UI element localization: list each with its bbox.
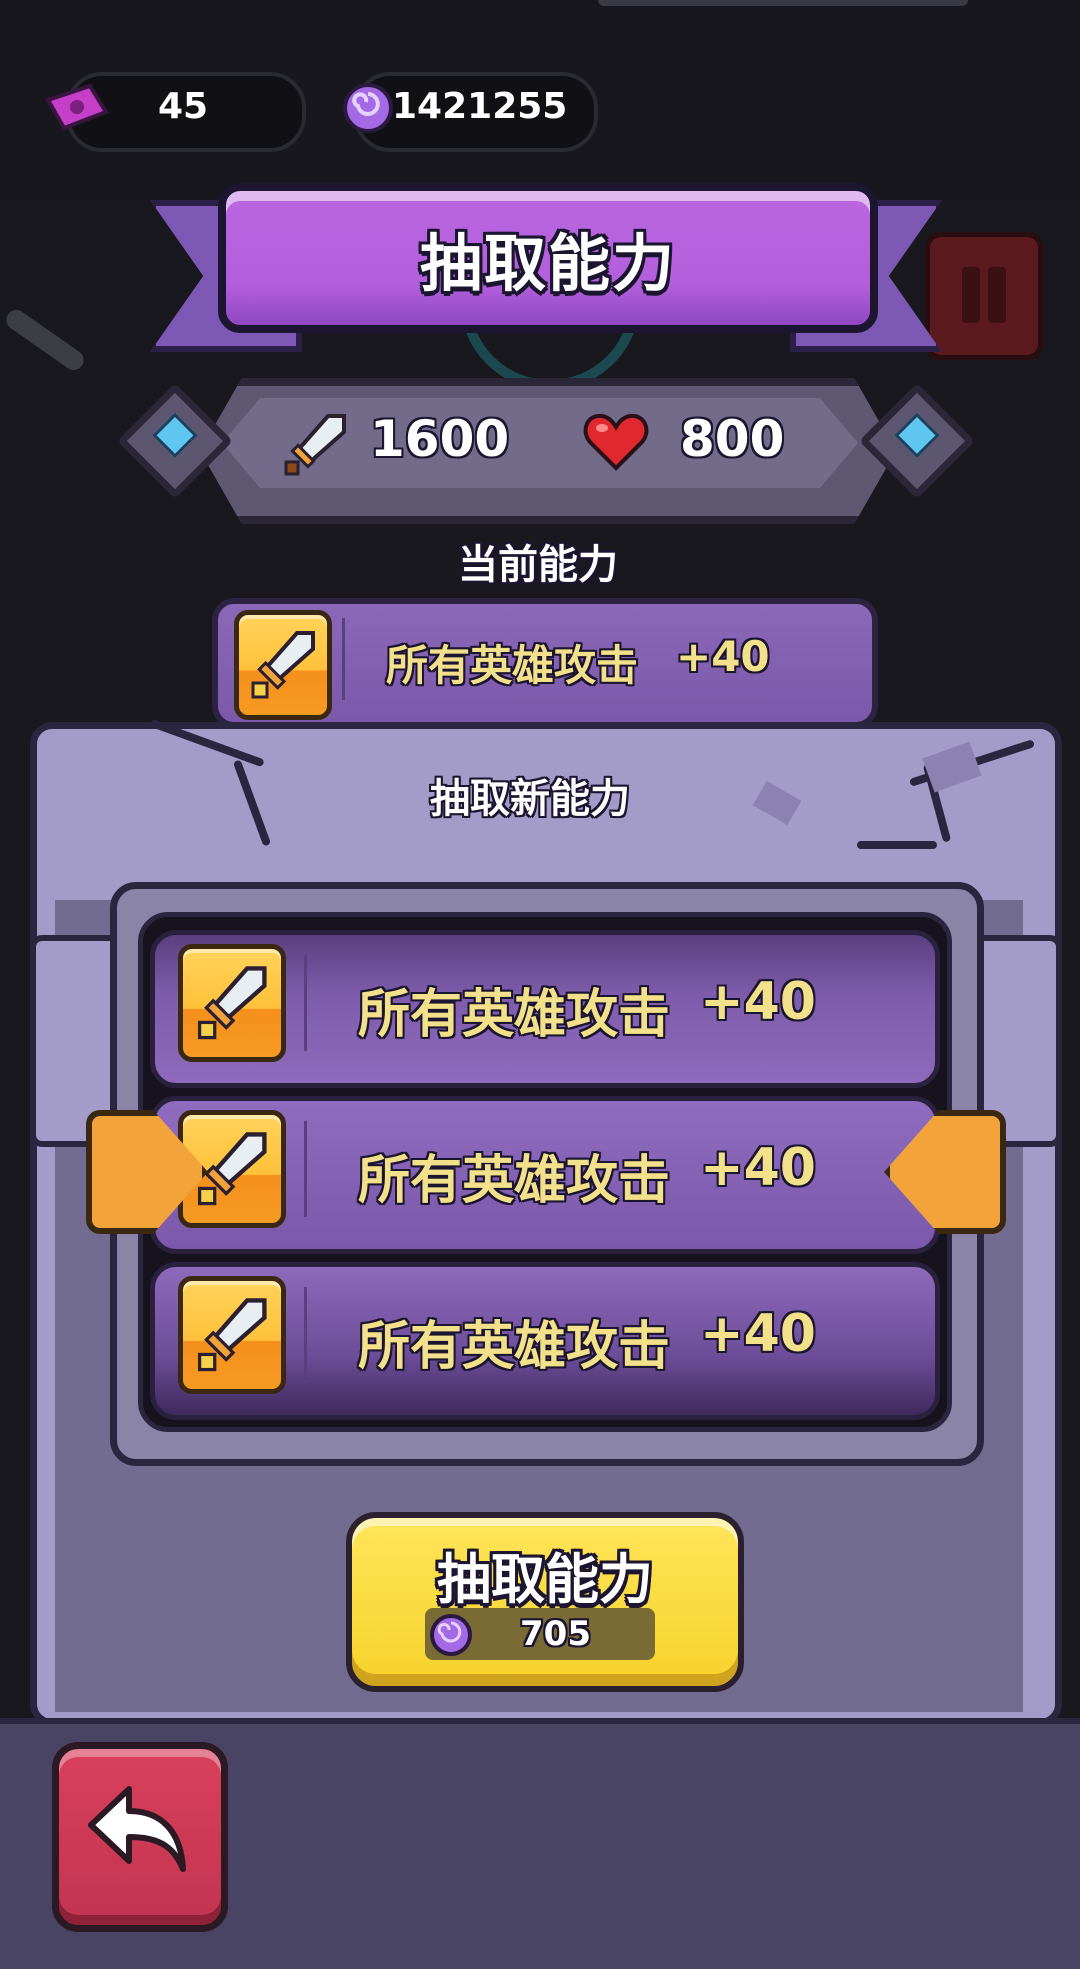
new-ability-label: 抽取新能力 bbox=[430, 776, 630, 822]
title-banner: 抽取能力 bbox=[218, 183, 878, 333]
purple-orb-icon bbox=[428, 1612, 474, 1658]
card-divider bbox=[304, 1121, 307, 1217]
sword-icon bbox=[280, 410, 350, 480]
draw-button-label: 抽取能力 bbox=[437, 1548, 653, 1611]
orb-count: 1421255 bbox=[392, 86, 568, 127]
draw-cost: 705 bbox=[520, 1614, 591, 1654]
option-1-text: 所有英雄攻击 bbox=[358, 985, 671, 1045]
pause-icon bbox=[925, 232, 1043, 360]
health-value: 800 bbox=[680, 410, 785, 468]
option-1-bonus: +40 bbox=[700, 972, 816, 1032]
page-title: 抽取能力 bbox=[419, 227, 676, 300]
sword-icon bbox=[234, 610, 332, 720]
option-2-text: 所有英雄攻击 bbox=[358, 1151, 671, 1211]
option-2-bonus: +40 bbox=[700, 1138, 816, 1198]
back-arrow-icon bbox=[88, 1786, 186, 1872]
card-divider bbox=[304, 1287, 307, 1383]
option-3-text: 所有英雄攻击 bbox=[358, 1317, 671, 1377]
option-3-bonus: +40 bbox=[700, 1304, 816, 1364]
ticket-icon bbox=[42, 82, 112, 132]
sword-icon bbox=[178, 1276, 286, 1394]
heart-icon bbox=[582, 410, 650, 474]
current-ability-label: 当前能力 bbox=[458, 542, 618, 588]
purple-orb-icon bbox=[342, 80, 394, 136]
card-divider bbox=[342, 618, 345, 700]
back-button[interactable] bbox=[52, 1742, 228, 1932]
current-ability-bonus: +40 bbox=[676, 632, 770, 681]
attack-value: 1600 bbox=[370, 410, 510, 468]
card-divider bbox=[304, 955, 307, 1051]
current-ability-text: 所有英雄攻击 bbox=[386, 641, 639, 690]
ticket-count: 45 bbox=[158, 86, 209, 127]
sword-icon bbox=[178, 944, 286, 1062]
background-top-bar bbox=[598, 0, 968, 6]
